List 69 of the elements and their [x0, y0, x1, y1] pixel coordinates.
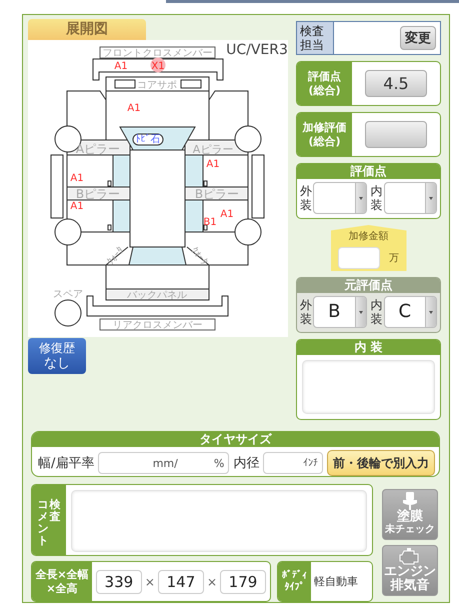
- caret-icon: [354, 183, 366, 213]
- select-field[interactable]: [313, 182, 366, 214]
- part-label: ｸｫｰﾀ: [105, 245, 127, 268]
- field-label: 内装: [370, 184, 384, 212]
- part-label: リアクロスメンバー: [112, 320, 202, 331]
- change-button[interactable]: 変更: [400, 26, 436, 50]
- cost-input[interactable]: [338, 247, 380, 269]
- part-label: Bピラー: [194, 187, 240, 201]
- dimensions-label: 全長×全幅 ×全高: [32, 562, 92, 601]
- body-type-value: 軽自動車: [314, 574, 358, 589]
- field-label: 外装: [300, 298, 313, 326]
- separate-input-button[interactable]: 前・後輪で別入力: [327, 450, 435, 476]
- dimension-input[interactable]: 339: [96, 570, 142, 594]
- dimension-input[interactable]: 179: [220, 570, 266, 594]
- caret-icon: [425, 183, 436, 213]
- damage-mark[interactable]: A1: [206, 159, 220, 170]
- field-label: 内装: [370, 298, 384, 326]
- caret-icon: [425, 297, 436, 327]
- section-header: 内 装: [297, 340, 440, 355]
- part-label: コアサポ: [137, 80, 177, 91]
- width-input[interactable]: mm/ %: [98, 452, 230, 474]
- diagram-tab[interactable]: 展開図: [28, 19, 146, 40]
- part-label: フロントクロスメンバー: [102, 48, 212, 59]
- unit-label: %: [214, 456, 224, 470]
- interior-textarea[interactable]: [302, 360, 435, 414]
- part-label: バックパネル: [127, 290, 187, 301]
- dimension-input[interactable]: 147: [158, 570, 204, 594]
- damage-mark[interactable]: A1: [114, 61, 128, 72]
- section-header: 元評価点: [297, 278, 440, 293]
- damage-mark[interactable]: A1: [70, 201, 84, 212]
- field-label: 外装: [300, 184, 313, 212]
- part-label: スペア: [53, 289, 83, 300]
- inspector-label: 検査担当: [297, 22, 334, 54]
- select-field[interactable]: C: [384, 296, 437, 328]
- section-header: 評価点: [297, 164, 440, 179]
- score-button[interactable]: [365, 121, 427, 148]
- part-label: ﾄﾋﾞ石: [136, 134, 160, 145]
- engine-icon: [399, 548, 421, 565]
- comment-textarea[interactable]: [71, 490, 367, 552]
- damage-mark[interactable]: A1: [70, 173, 84, 184]
- diameter-label: 内径: [233, 455, 260, 472]
- comment-label: 検査: [50, 499, 60, 526]
- repair-history-button[interactable]: 修復歴 なし: [28, 338, 86, 374]
- damage-mark[interactable]: A1: [127, 103, 141, 114]
- cost-label: 加修金額: [348, 230, 388, 243]
- part-label: Aピラー: [76, 142, 120, 156]
- select-field[interactable]: [384, 182, 437, 214]
- damage-mark[interactable]: B1: [203, 217, 217, 228]
- diameter-input[interactable]: ｲﾝﾁ: [263, 452, 323, 474]
- unit-label: mm/: [152, 456, 178, 470]
- part-label: ｸｫｰﾀ: [188, 245, 210, 268]
- score-label: 加修評価 (総合): [297, 113, 352, 156]
- times-sign: ×: [144, 574, 155, 588]
- body-type-label: ﾎﾞﾃﾞｨﾀｲﾌﾟ: [278, 562, 311, 601]
- section-header: タイヤサイズ: [32, 432, 439, 447]
- select-field[interactable]: B: [313, 296, 366, 328]
- score-label: 評価点 (総合): [297, 62, 352, 105]
- unit-label: ｲﾝﾁ: [303, 457, 318, 469]
- spray-nozzle-icon: [402, 492, 418, 510]
- score-button[interactable]: 4.5: [365, 70, 427, 97]
- caret-icon: [354, 297, 366, 327]
- part-label: Aピラー: [192, 143, 234, 156]
- unit-label: 万: [389, 252, 399, 265]
- part-label: Bピラー: [76, 187, 120, 201]
- damage-mark[interactable]: A1: [220, 209, 234, 220]
- comment-label: コメント: [38, 499, 48, 550]
- version-label: UC/VER3: [226, 42, 288, 58]
- times-sign: ×: [206, 574, 217, 588]
- width-label: 幅/扁平率: [38, 455, 94, 472]
